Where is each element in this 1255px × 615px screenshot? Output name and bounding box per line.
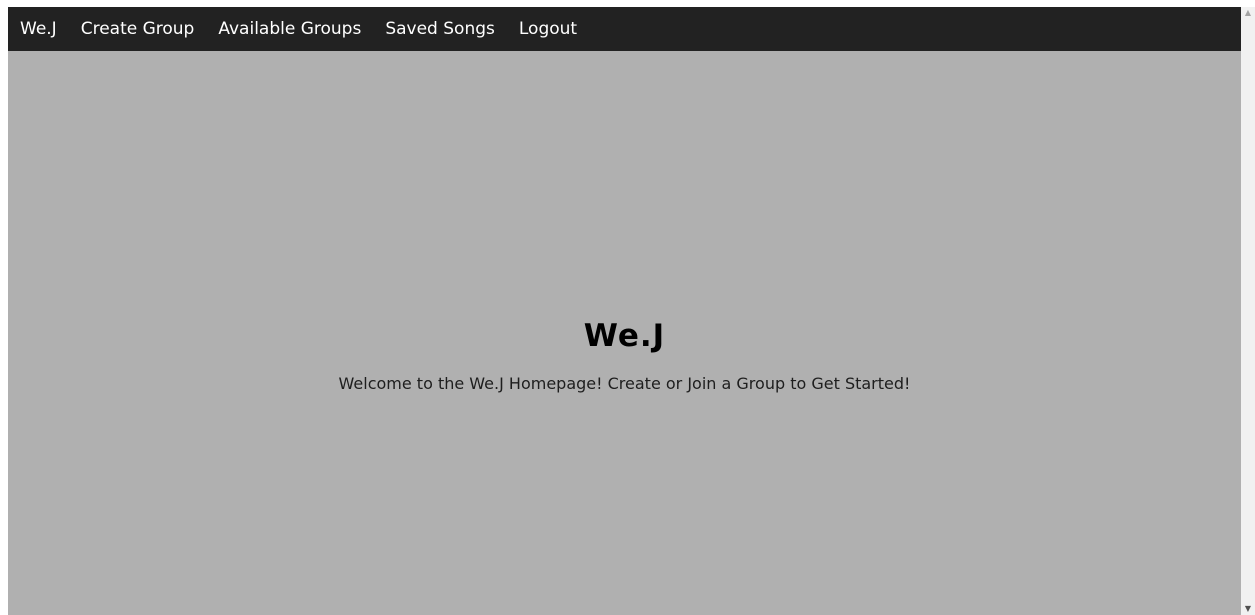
app-window: We.J Welcome to the We.J Homepage! Creat… [8, 7, 1241, 615]
nav-brand-link[interactable]: We.J [20, 19, 57, 39]
scroll-up-arrow-icon[interactable]: ▲ [1241, 7, 1255, 19]
hero-title: We.J [583, 318, 666, 354]
nav-available-groups-link[interactable]: Available Groups [218, 19, 361, 39]
nav-logout-link[interactable]: Logout [519, 19, 577, 39]
nav-saved-songs-link[interactable]: Saved Songs [385, 19, 495, 39]
top-navbar: We.J Create Group Available Groups Saved… [8, 7, 1241, 51]
vertical-scrollbar[interactable]: ▲ ▼ [1241, 7, 1255, 615]
scroll-down-arrow-icon[interactable]: ▼ [1241, 603, 1255, 615]
nav-create-group-link[interactable]: Create Group [81, 19, 195, 39]
hero-welcome-text: Welcome to the We.J Homepage! Create or … [338, 374, 911, 393]
hero-section: We.J Welcome to the We.J Homepage! Creat… [8, 7, 1241, 615]
